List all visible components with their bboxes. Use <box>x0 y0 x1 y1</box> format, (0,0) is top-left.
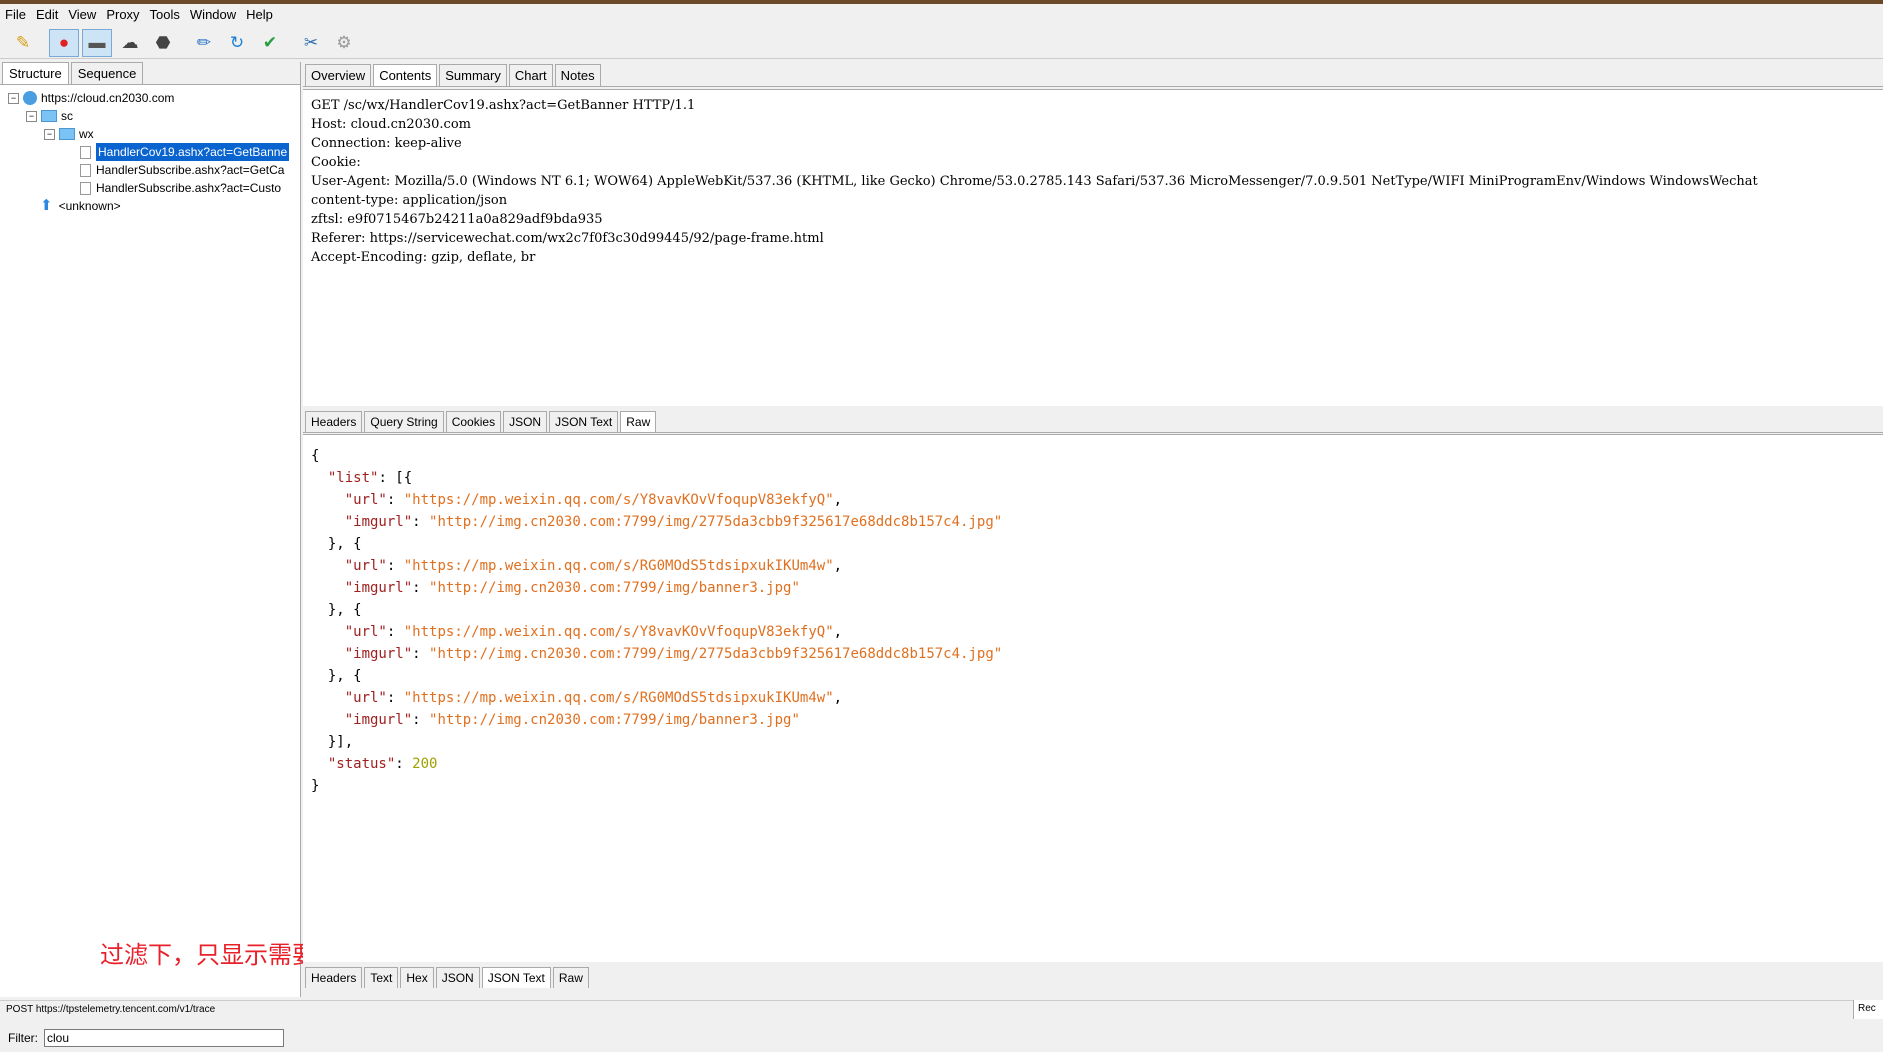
response-imgurl: http://img.cn2030.com:7799/img/banner3.j… <box>437 580 792 596</box>
right-panel: Overview Contents Summary Chart Notes GE… <box>303 62 1883 997</box>
response-url: https://mp.weixin.qq.com/s/RG0MOdS5tdsip… <box>412 690 826 706</box>
request-header: User-Agent: Mozilla/5.0 (Windows NT 6.1;… <box>311 174 1758 189</box>
check-icon[interactable]: ✔ <box>255 29 285 57</box>
tree-node-request[interactable]: HandlerSubscribe.ashx?act=GetCa <box>0 161 300 179</box>
request-header: Cookie: <box>311 155 361 170</box>
response-url: https://mp.weixin.qq.com/s/RG0MOdS5tdsip… <box>412 558 826 574</box>
tab-overview[interactable]: Overview <box>305 64 372 86</box>
request-raw-view[interactable]: GET /sc/wx/HandlerCov19.ashx?act=GetBann… <box>303 89 1883 407</box>
tab-req-headers[interactable]: Headers <box>305 411 363 432</box>
tab-resp-json-text[interactable]: JSON Text <box>481 967 551 988</box>
menu-view[interactable]: View <box>63 4 101 26</box>
request-header: Host: cloud.cn2030.com <box>311 117 471 132</box>
throttle-icon[interactable]: ▬ <box>82 28 112 57</box>
response-imgurl: http://img.cn2030.com:7799/img/banner3.j… <box>437 712 792 728</box>
status-bar: POST https://tpstelemetry.tencent.com/v1… <box>0 1000 1883 1019</box>
tab-resp-raw[interactable]: Raw <box>552 967 589 988</box>
file-icon <box>80 145 91 159</box>
request-header: zftsl: e9f0715467b24211a0a829adf9bda935 <box>311 212 603 227</box>
menu-help[interactable]: Help <box>241 4 278 26</box>
collapse-icon[interactable]: − <box>8 92 19 104</box>
response-url: https://mp.weixin.qq.com/s/Y8vavKOvVfoqu… <box>412 492 826 508</box>
folder-icon <box>59 128 75 140</box>
tab-resp-text[interactable]: Text <box>364 967 399 988</box>
turtle-icon[interactable]: ☁ <box>115 29 145 57</box>
tree-node-host[interactable]: − https://cloud.cn2030.com <box>0 89 300 107</box>
tab-resp-json[interactable]: JSON <box>435 967 480 988</box>
tree-node-request[interactable]: HandlerCov19.ashx?act=GetBanne <box>0 143 300 161</box>
filter-bar: Filter: <box>0 1024 300 1052</box>
record-icon[interactable]: ● <box>49 28 79 57</box>
menu-file[interactable]: File <box>0 4 31 26</box>
host-tree: − https://cloud.cn2030.com − sc − wx Han… <box>0 85 300 215</box>
globe-icon <box>23 91 37 105</box>
left-panel: Structure Sequence − https://cloud.cn203… <box>0 62 301 1052</box>
gear-icon[interactable]: ⚙ <box>329 29 359 57</box>
folder-icon <box>41 110 57 122</box>
tab-req-raw[interactable]: Raw <box>620 411 657 432</box>
request-header: Connection: keep-alive <box>311 136 462 151</box>
file-icon <box>80 163 91 177</box>
tab-contents[interactable]: Contents <box>373 64 438 86</box>
menu-tools[interactable]: Tools <box>145 4 185 26</box>
tab-resp-headers[interactable]: Headers <box>305 967 363 988</box>
stop-icon[interactable]: ⬣ <box>148 29 178 57</box>
tab-notes[interactable]: Notes <box>554 64 601 86</box>
arrow-up-icon: ⬆ <box>40 197 53 214</box>
left-tab-strip: Structure Sequence <box>0 62 300 85</box>
request-view-tabs: Headers Query String Cookies JSON JSON T… <box>303 406 1883 433</box>
tab-sequence[interactable]: Sequence <box>70 62 144 84</box>
filter-input[interactable] <box>44 1029 284 1047</box>
refresh-icon[interactable]: ↻ <box>222 29 252 57</box>
menu-edit[interactable]: Edit <box>31 4 63 26</box>
request-header: Accept-Encoding: gzip, deflate, br <box>311 250 536 265</box>
tab-req-json[interactable]: JSON <box>503 411 548 432</box>
response-imgurl: http://img.cn2030.com:7799/img/2775da3cb… <box>437 646 994 662</box>
tab-resp-hex[interactable]: Hex <box>400 967 434 988</box>
pen-icon[interactable]: ✏ <box>189 29 219 57</box>
request-line: GET /sc/wx/HandlerCov19.ashx?act=GetBann… <box>311 98 696 113</box>
toolbar: ✎ ● ▬ ☁ ⬣ ✏ ↻ ✔ ✂ ⚙ <box>0 27 1883 59</box>
tree-node-unknown[interactable]: ⬆ <unknown> <box>0 197 300 215</box>
menu-bar: File Edit View Proxy Tools Window Help <box>0 4 1883 26</box>
menu-window[interactable]: Window <box>185 4 241 26</box>
collapse-icon[interactable]: − <box>44 128 55 140</box>
tab-req-query-string[interactable]: Query String <box>364 411 444 432</box>
tools-icon[interactable]: ✂ <box>296 29 326 57</box>
tab-req-cookies[interactable]: Cookies <box>445 411 502 432</box>
file-icon <box>80 181 91 195</box>
collapse-icon[interactable]: − <box>26 110 37 122</box>
tree-node-wx[interactable]: − wx <box>0 125 300 143</box>
request-header: Referer: https://servicewechat.com/wx2c7… <box>311 231 824 246</box>
tree-node-request[interactable]: HandlerSubscribe.ashx?act=Custo <box>0 179 300 197</box>
response-view-tabs: Headers Text Hex JSON JSON Text Raw <box>303 962 1883 988</box>
tree-node-sc[interactable]: − sc <box>0 107 300 125</box>
response-json-view[interactable]: { "list": [{ "url": "https://mp.weixin.q… <box>303 434 1883 962</box>
tab-summary[interactable]: Summary <box>439 64 507 86</box>
response-imgurl: http://img.cn2030.com:7799/img/2775da3cb… <box>437 514 994 530</box>
tab-structure[interactable]: Structure <box>2 62 69 84</box>
response-status: 200 <box>412 756 438 772</box>
menu-proxy[interactable]: Proxy <box>101 4 144 26</box>
filter-label: Filter: <box>8 1031 38 1045</box>
broom-icon[interactable]: ✎ <box>8 29 38 57</box>
status-rec[interactable]: Rec <box>1853 1000 1883 1019</box>
response-url: https://mp.weixin.qq.com/s/Y8vavKOvVfoqu… <box>412 624 826 640</box>
request-header: content-type: application/json <box>311 193 508 208</box>
tab-chart[interactable]: Chart <box>508 64 553 86</box>
tab-req-json-text[interactable]: JSON Text <box>549 411 619 432</box>
inspector-tab-strip: Overview Contents Summary Chart Notes <box>303 62 1883 87</box>
